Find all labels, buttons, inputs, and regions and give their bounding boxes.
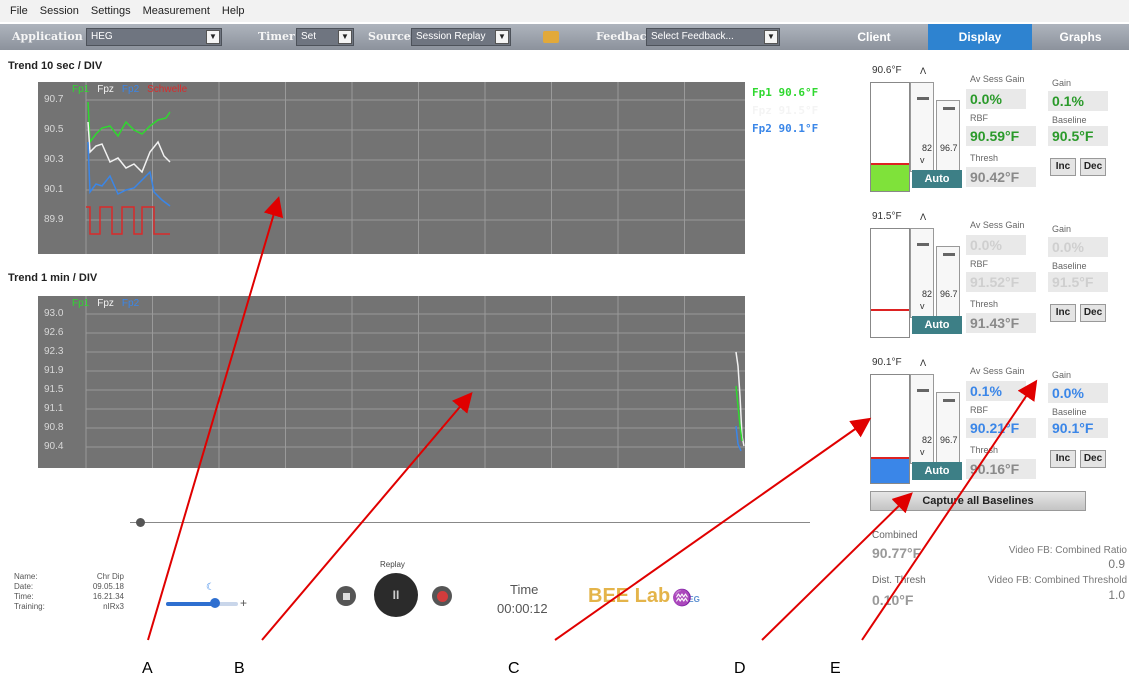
- annotation-arrows: [147, 196, 1038, 641]
- annotation-e: E: [830, 660, 841, 677]
- arrow-a: [147, 196, 284, 641]
- annotation-d: D: [734, 660, 746, 677]
- annotation-a: A: [142, 660, 153, 677]
- arrow-b: [261, 391, 473, 641]
- annotation-c: C: [508, 660, 520, 677]
- arrow-e: [861, 379, 1038, 641]
- annotation-b: B: [234, 660, 245, 677]
- arrow-c: [554, 417, 872, 641]
- arrow-d: [761, 492, 913, 641]
